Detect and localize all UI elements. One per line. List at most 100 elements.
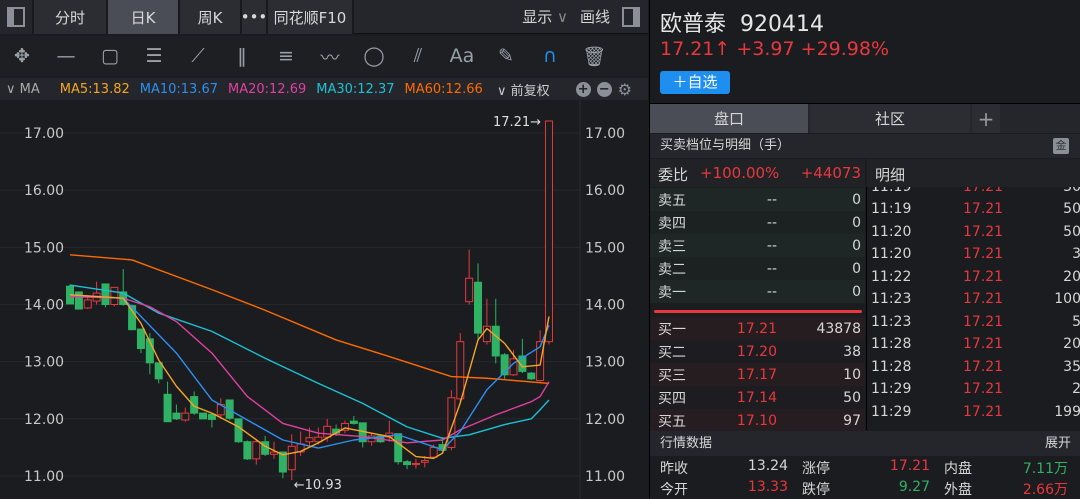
ratio-value: +100.00% — [700, 164, 780, 182]
tick-row: 11:28 17.21 35 — [867, 355, 1080, 378]
last-price: 17.21↑ — [660, 38, 731, 60]
stat-label: 今开 — [660, 482, 688, 498]
tab-intraday[interactable]: 分时 — [34, 0, 108, 34]
tick-list[interactable]: 11:1917.213011:1917.215011:2017.215011:2… — [867, 187, 1080, 430]
ratio-row: 委比 +100.00% +44073 — [650, 159, 865, 187]
candle-body — [474, 281, 483, 334]
tick-time: 11:19 — [871, 201, 912, 217]
tick-time: 11:22 — [871, 268, 912, 285]
move-icon[interactable]: ✥ — [0, 45, 44, 67]
tab-daily-k[interactable]: 日K — [108, 0, 180, 34]
candle-body — [154, 362, 163, 380]
trash-icon[interactable]: 🗑 — [572, 45, 616, 68]
tab-weekly-k[interactable]: 周K — [180, 0, 242, 34]
tick-price: 17.21 — [963, 403, 1004, 420]
add-watchlist-button[interactable]: ＋自选 — [660, 71, 730, 94]
zoom-in-icon[interactable]: + — [575, 81, 591, 97]
cycle-icon[interactable]: ◯ — [352, 45, 396, 67]
magnet-icon[interactable]: ∩ — [528, 45, 572, 67]
stock-header: 欧普泰 920414 — [660, 6, 824, 38]
display-dropdown[interactable]: 显示 ∨ — [522, 6, 568, 27]
level-price: 17.21 — [736, 320, 777, 337]
tick-time: 11:29 — [871, 403, 912, 420]
market-data-header: 行情数据 展开 — [650, 431, 1080, 456]
tick-row: 11:29 17.21 199 — [867, 400, 1080, 423]
ma20-value: MA20:12.69 — [228, 81, 307, 97]
sell-level-row[interactable]: 卖三 -- 0 — [650, 234, 865, 257]
segment-icon[interactable]: ⟋ — [176, 45, 220, 67]
fib-icon[interactable]: ⫽ — [396, 45, 440, 67]
y-tick-right: 17.00 — [585, 126, 625, 142]
detail-header: 明细 — [867, 159, 1080, 187]
ma10-value: MA10:13.67 — [139, 81, 218, 97]
level-label: 买三 — [658, 367, 686, 384]
wave-icon[interactable]: 〰 — [308, 43, 352, 70]
left-panel-icon — [7, 7, 25, 27]
spread-divider — [654, 310, 862, 313]
level-price: 17.17 — [736, 366, 777, 383]
buy-level-row[interactable]: 买三 17.17 10 — [650, 363, 865, 386]
level-price: -- — [766, 260, 777, 277]
ratio-diff: +44073 — [800, 164, 861, 182]
adjust-dropdown[interactable]: ∨ 前复权 — [497, 80, 560, 99]
sell-level-row[interactable]: 卖二 -- 0 — [650, 257, 865, 280]
buy-level-row[interactable]: 买五 17.10 97 — [650, 409, 865, 432]
tab-community[interactable]: 社区 — [810, 104, 970, 133]
y-tick-right: 11.00 — [585, 469, 625, 485]
level-price: -- — [766, 214, 777, 231]
tab-orderbook[interactable]: 盘口 — [650, 104, 808, 133]
expand-button[interactable]: 展开 — [1045, 431, 1071, 456]
settings-gear-icon[interactable]: ⚙ — [618, 80, 632, 99]
level-label: 卖三 — [658, 238, 686, 255]
level2-icon[interactable]: 金 — [1053, 138, 1069, 154]
tick-price: 17.21 — [963, 201, 1004, 217]
right-panel-icon[interactable] — [622, 6, 640, 27]
level-price: 17.10 — [736, 412, 777, 429]
tick-row: 11:19 17.21 50 — [867, 198, 1080, 221]
buy-level-row[interactable]: 买二 17.20 38 — [650, 340, 865, 363]
level-volume: 0 — [852, 260, 861, 277]
max-price-label: 17.21→ — [493, 115, 541, 130]
vlines-icon[interactable]: ‖ — [220, 45, 264, 67]
tick-volume: 35 — [1063, 358, 1080, 375]
candle-body — [110, 286, 119, 306]
y-tick-left: 11.00 — [24, 469, 64, 485]
tick-volume: 30 — [1063, 187, 1080, 195]
level-volume: 43878 — [816, 320, 861, 337]
kline-panel: 分时 日K 周K ••• 同花顺F10 显示 ∨ 画线 ✥ — ▢ ☰ ⟋ ‖ ≡ 〰 ◯ ⫽ Aa… — [0, 0, 648, 498]
orderbook-header: 买卖档位与明细（手） 金 — [650, 134, 1080, 158]
sell-level-row[interactable]: 卖四 -- 0 — [650, 211, 865, 234]
buy-level-row[interactable]: 买一 17.21 43878 — [650, 317, 865, 340]
tick-volume: 199 — [1054, 403, 1080, 420]
tick-row: 11:23 17.21 100 — [867, 288, 1080, 311]
level-price: 17.20 — [736, 343, 777, 360]
rect-icon[interactable]: ▢ — [88, 45, 132, 67]
y-tick-left: 17.00 — [24, 126, 64, 142]
buy-level-row[interactable]: 买四 17.14 50 — [650, 386, 865, 409]
line-icon[interactable]: — — [44, 45, 88, 67]
more-button[interactable]: ••• — [241, 0, 268, 34]
candle-body — [243, 441, 252, 460]
fan-icon[interactable]: ☰ — [132, 45, 176, 67]
stock-code: 920414 — [740, 12, 824, 37]
text-icon[interactable]: Aa — [440, 45, 484, 67]
quote-panel: 欧普泰 920414 17.21↑ +3.97 +29.98% ＋自选 盘口 社… — [649, 0, 1080, 498]
collapse-left-button[interactable] — [0, 0, 34, 34]
candlestick-chart[interactable]: 17.00 17.00 16.00 16.00 15.00 15.00 14.00 14.00… — [0, 100, 648, 498]
y-tick-right: 13.00 — [585, 355, 625, 371]
tick-volume: 20 — [1063, 268, 1080, 285]
tab-f10[interactable]: 同花顺F10 — [268, 0, 354, 34]
ma-toggle[interactable]: ∨ MA — [6, 82, 50, 97]
tick-volume: 5 — [1072, 313, 1080, 330]
sell-level-row[interactable]: 卖一 -- 0 — [650, 280, 865, 303]
zoom-out-icon[interactable]: − — [596, 81, 612, 97]
add-tab-button[interactable]: + — [972, 104, 1000, 133]
tick-price: 17.21 — [963, 223, 1004, 240]
draw-button[interactable]: 画线 — [580, 6, 610, 27]
price-line: 17.21↑ +3.97 +29.98% — [660, 38, 889, 60]
tick-volume: 100 — [1054, 291, 1080, 307]
display-label: 显示 — [522, 8, 553, 26]
gann-icon[interactable]: ≡ — [264, 45, 308, 67]
sell-level-row[interactable]: 卖五 -- 0 — [650, 188, 865, 211]
eraser-icon[interactable]: ✎ — [484, 45, 528, 67]
